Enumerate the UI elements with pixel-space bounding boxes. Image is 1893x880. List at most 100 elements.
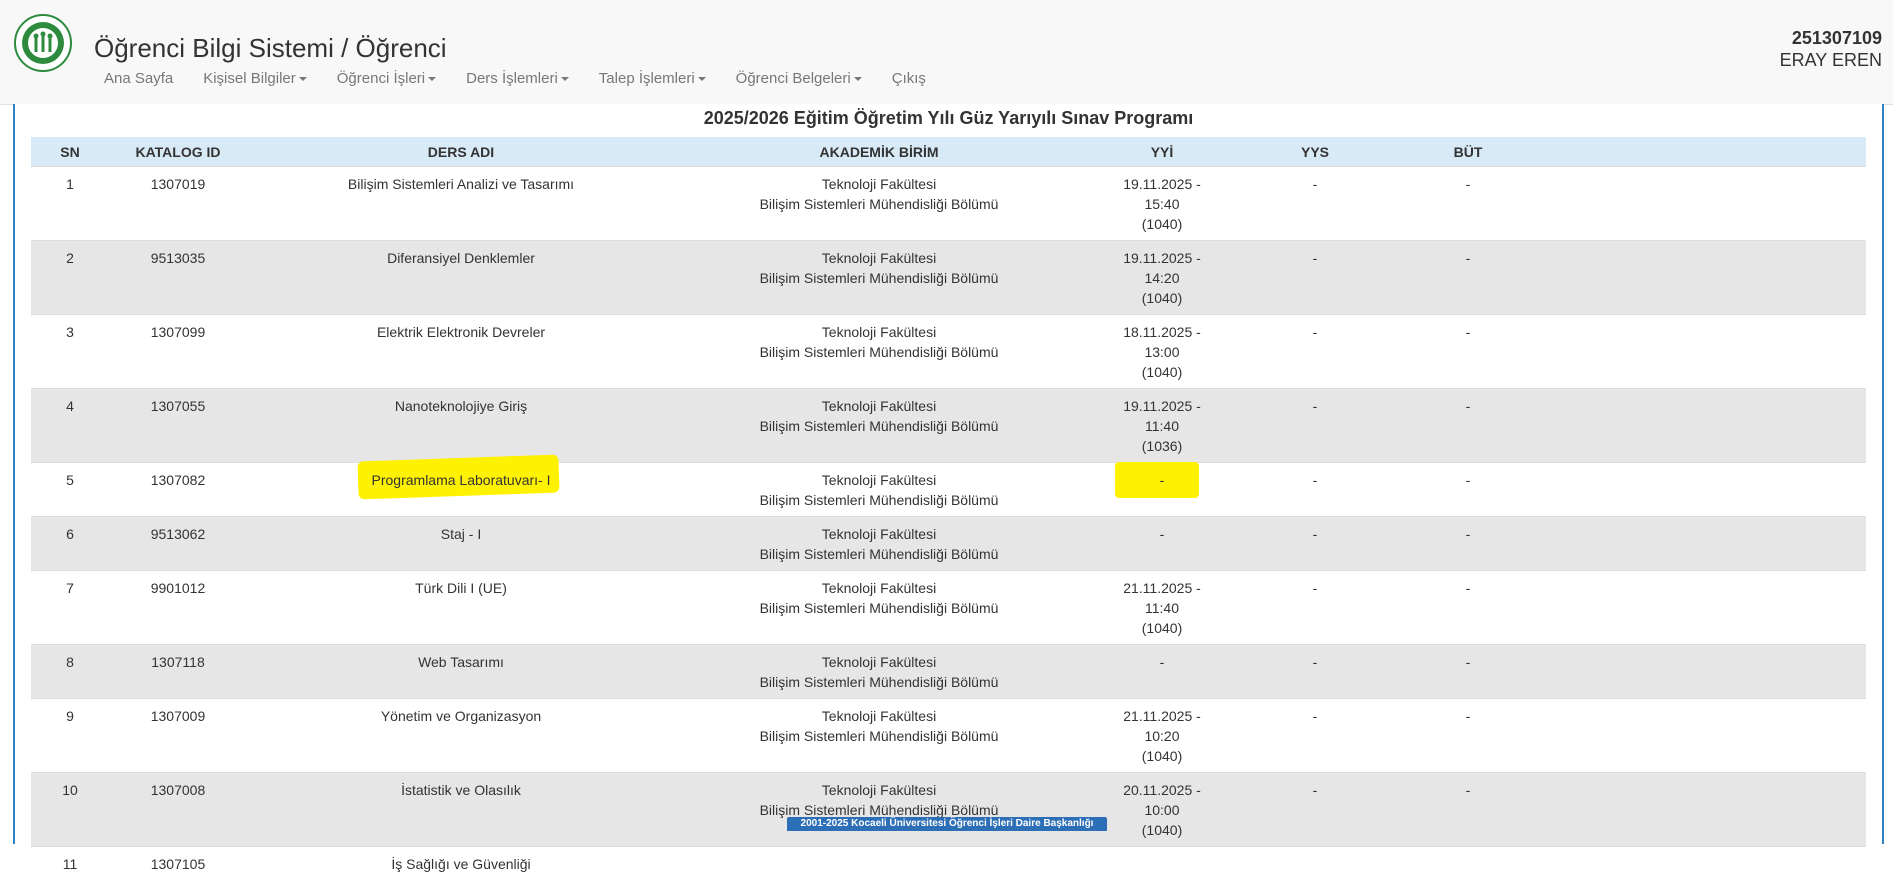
cell-ders-adi: Web Tasarımı — [247, 645, 675, 699]
cell-spacer — [1547, 645, 1866, 699]
cell-yyi: 19.11.2025 -11:40(1036) — [1083, 389, 1241, 463]
cell-akademik-birim: Teknoloji FakültesiBilişim Sistemleri Mü… — [675, 699, 1083, 773]
university-logo[interactable] — [14, 14, 72, 72]
cell-sn: 3 — [31, 315, 109, 389]
cell-yyi: - — [1083, 645, 1241, 699]
academic-unit-line: Bilişim Sistemleri Mühendisliği Bölümü — [679, 672, 1079, 692]
cell-but: - — [1389, 571, 1547, 645]
exam-date-line: 20.11.2025 - — [1087, 780, 1237, 800]
cell-ders-adi: Türk Dili I (UE) — [247, 571, 675, 645]
cell-yys: - — [1241, 517, 1389, 571]
cell-spacer — [1547, 241, 1866, 315]
cell-spacer — [1547, 699, 1866, 773]
exam-date-line: - — [1087, 470, 1237, 490]
exam-date-line: 21.11.2025 - — [1087, 706, 1237, 726]
exam-date-line: - — [1087, 524, 1237, 544]
cell-sn: 2 — [31, 241, 109, 315]
academic-unit-line: Bilişim Sistemleri Mühendisliği Bölümü — [679, 544, 1079, 564]
exam-date-line: (1040) — [1087, 362, 1237, 382]
academic-unit-line: Bilişim Sistemleri Mühendisliği Bölümü — [679, 194, 1079, 214]
cell-spacer — [1547, 389, 1866, 463]
cell-sn: 11 — [31, 847, 109, 880]
cell-ders-adi: Programlama Laboratuvarı- I — [247, 463, 675, 517]
exam-date-line: 19.11.2025 - — [1087, 248, 1237, 268]
table-row: 29513035Diferansiyel DenklemlerTeknoloji… — [31, 241, 1866, 315]
cell-ders-adi: Elektrik Elektronik Devreler — [247, 315, 675, 389]
table-row: 91307009Yönetim ve OrganizasyonTeknoloji… — [31, 699, 1866, 773]
nav-item-6[interactable]: Çıkış — [892, 70, 926, 87]
cell-but: - — [1389, 773, 1547, 847]
nav-item-4[interactable]: Talep İşlemleri — [599, 70, 706, 87]
cell-akademik-birim: Teknoloji FakültesiBilişim Sistemleri Mü… — [675, 517, 1083, 571]
exam-schedule-table: SN KATALOG ID DERS ADI AKADEMİK BİRİM YY… — [31, 137, 1866, 880]
academic-unit-line: Bilişim Sistemleri Mühendisliği Bölümü — [679, 726, 1079, 746]
app-title[interactable]: Öğrenci Bilgi Sistemi / Öğrenci — [94, 33, 447, 64]
cell-yyi: 21.11.2025 -11:40(1040) — [1083, 571, 1241, 645]
cell-yys: - — [1241, 699, 1389, 773]
academic-unit-line: Teknoloji Fakültesi — [679, 470, 1079, 490]
academic-unit-line: Teknoloji Fakültesi — [679, 322, 1079, 342]
nav-item-2[interactable]: Öğrenci İşleri — [337, 70, 436, 87]
academic-unit-line: Bilişim Sistemleri Mühendisliği Bölümü — [679, 342, 1079, 362]
exam-date-line: (1040) — [1087, 746, 1237, 766]
cell-yyi: 20.11.2025 -10:00(1040) — [1083, 773, 1241, 847]
cell-but: - — [1389, 167, 1547, 241]
cell-akademik-birim: Teknoloji FakültesiBilişim Sistemleri Mü… — [675, 389, 1083, 463]
cell-sn: 4 — [31, 389, 109, 463]
academic-unit-line: Bilişim Sistemleri Mühendisliği Bölümü — [679, 268, 1079, 288]
academic-unit-line: Teknoloji Fakültesi — [679, 524, 1079, 544]
cell-spacer — [1547, 847, 1866, 880]
exam-date-line: 15:40 — [1087, 194, 1237, 214]
exam-date-line: (1040) — [1087, 214, 1237, 234]
academic-unit-line: Teknoloji Fakültesi — [679, 652, 1079, 672]
nav-item-1[interactable]: Kişisel Bilgiler — [203, 70, 307, 87]
cell-yyi: - — [1083, 517, 1241, 571]
table-header-row: SN KATALOG ID DERS ADI AKADEMİK BİRİM YY… — [31, 137, 1866, 167]
cell-ders-adi: İş Sağlığı ve Güvenliği — [247, 847, 675, 880]
cell-akademik-birim: Teknoloji FakültesiBilişim Sistemleri Mü… — [675, 645, 1083, 699]
cell-but: - — [1389, 699, 1547, 773]
cell-akademik-birim: Teknoloji FakültesiBilişim Sistemleri Mü… — [675, 241, 1083, 315]
academic-unit-line: Bilişim Sistemleri Mühendisliği Bölümü — [679, 490, 1079, 510]
cell-ders-adi: Nanoteknolojiye Giriş — [247, 389, 675, 463]
cell-but: - — [1389, 389, 1547, 463]
table-row: 81307118Web TasarımıTeknoloji FakültesiB… — [31, 645, 1866, 699]
exam-date-line: 19.11.2025 - — [1087, 396, 1237, 416]
cell-katalog-id: 1307082 — [109, 463, 247, 517]
cell-spacer — [1547, 315, 1866, 389]
highlighted-exam-date: - — [1160, 470, 1165, 490]
table-body: 11307019Bilişim Sistemleri Analizi ve Ta… — [31, 167, 1866, 880]
column-header-katalog-id: KATALOG ID — [109, 137, 247, 167]
column-header-but: BÜT — [1389, 137, 1547, 167]
cell-but: - — [1389, 645, 1547, 699]
highlighted-course-name: Programlama Laboratuvarı- I — [372, 470, 551, 490]
column-header-yys: YYS — [1241, 137, 1389, 167]
cell-akademik-birim: Teknoloji FakültesiBilişim Sistemleri Mü… — [675, 773, 1083, 847]
academic-unit-line: Teknoloji Fakültesi — [679, 706, 1079, 726]
cell-katalog-id: 9901012 — [109, 571, 247, 645]
cell-akademik-birim: Teknoloji FakültesiBilişim Sistemleri Mü… — [675, 463, 1083, 517]
student-name: ERAY EREN — [1780, 50, 1882, 71]
cell-yyi: 19.11.2025 -15:40(1040) — [1083, 167, 1241, 241]
cell-spacer — [1547, 773, 1866, 847]
cell-yys: - — [1241, 645, 1389, 699]
cell-but — [1389, 847, 1547, 880]
column-header-yyi: YYİ — [1083, 137, 1241, 167]
cell-yys: - — [1241, 167, 1389, 241]
exam-date-line: 10:00 — [1087, 800, 1237, 820]
cell-sn: 7 — [31, 571, 109, 645]
nav-item-3[interactable]: Ders İşlemleri — [466, 70, 569, 87]
caret-down-icon — [428, 77, 436, 81]
cell-yys: - — [1241, 389, 1389, 463]
cell-ders-adi: Diferansiyel Denklemler — [247, 241, 675, 315]
top-navbar: Öğrenci Bilgi Sistemi / Öğrenci Ana Sayf… — [0, 0, 1893, 105]
nav-item-5[interactable]: Öğrenci Belgeleri — [736, 70, 862, 87]
cell-katalog-id: 9513062 — [109, 517, 247, 571]
exam-date-line: 11:40 — [1087, 416, 1237, 436]
exam-date-line: 13:00 — [1087, 342, 1237, 362]
cell-yys — [1241, 847, 1389, 880]
nav-item-0[interactable]: Ana Sayfa — [104, 70, 173, 87]
academic-unit-line: Teknoloji Fakültesi — [679, 248, 1079, 268]
main-nav: Ana Sayfa Kişisel Bilgiler Öğrenci İşleri D… — [104, 70, 956, 87]
cell-akademik-birim — [675, 847, 1083, 880]
